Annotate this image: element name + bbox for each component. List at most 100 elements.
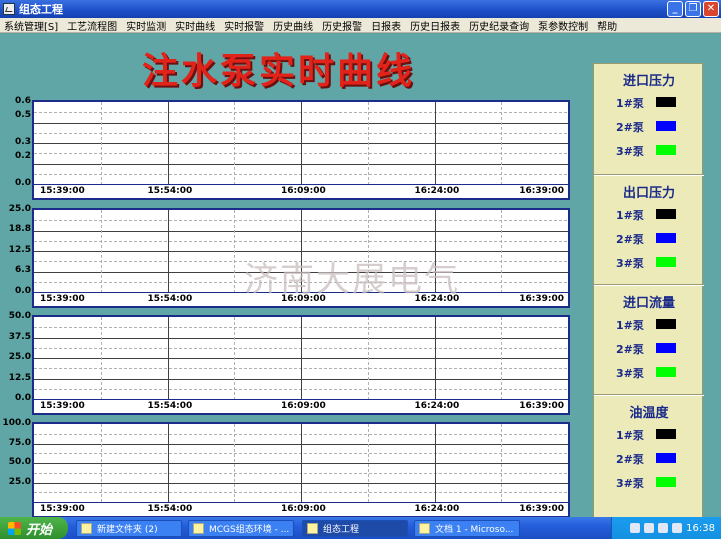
page-title: 注水泵实时曲线: [142, 50, 416, 92]
legend-item-label: 2#泵: [616, 453, 644, 466]
network-icon[interactable]: [630, 523, 641, 533]
legend-item-label: 1#泵: [616, 429, 644, 442]
legend-color-swatch: [656, 343, 676, 353]
input-method-icon[interactable]: [672, 523, 683, 533]
menu-item[interactable]: 实时监测: [126, 18, 166, 33]
title-bar: 组态工程 _ ❐ ✕: [0, 0, 721, 18]
x-tick-label: 16:39:00: [519, 504, 564, 514]
legend-color-swatch: [656, 477, 676, 487]
legend-item-label: 1#泵: [616, 209, 644, 222]
legend-group-title: 出口压力: [622, 186, 675, 201]
legend-group-title: 油温度: [629, 406, 669, 421]
legend-color-swatch: [656, 209, 676, 219]
taskbar-item-label: 组态工程: [323, 525, 360, 535]
menu-item[interactable]: 历史纪录查询: [469, 18, 529, 33]
legend-item-label: 2#泵: [616, 121, 644, 134]
taskbar-item-label: 文档 1 - Microso...: [435, 525, 514, 535]
x-tick-label: 16:24:00: [414, 401, 460, 411]
legend-panel: 进口压力 1#泵 2#泵 3#泵 出口压力 1#泵 2#泵 3#泵 进口流量 1#泵 2#泵 3#泵油…: [593, 63, 704, 519]
taskbar-item[interactable]: 文档 1 - Microso...: [414, 520, 520, 537]
menu-item[interactable]: 历史报警: [322, 18, 362, 33]
legend-color-swatch: [656, 97, 676, 107]
legend-color-swatch: [656, 257, 676, 267]
y-tick-label: 0.5: [15, 109, 31, 120]
legend-color-swatch: [656, 453, 676, 463]
x-tick-label: 16:39:00: [519, 401, 564, 411]
menu-item[interactable]: 历史日报表: [410, 18, 460, 33]
legend-item-label: 3#泵: [616, 145, 644, 158]
menu-item[interactable]: 历史曲线: [273, 18, 313, 33]
restore-button[interactable]: ❐: [685, 1, 701, 17]
window-title: 组态工程: [19, 3, 63, 16]
legend-group-title: 进口流量: [622, 296, 675, 311]
y-tick-label: 75.0: [8, 437, 31, 448]
legend-item-label: 1#泵: [616, 319, 644, 332]
legend-color-swatch: [656, 319, 676, 329]
chart-grid: [34, 102, 568, 185]
legend-divider: [594, 394, 704, 396]
menu-item[interactable]: 系统管理[S]: [4, 18, 58, 33]
x-tick-label: 15:54:00: [147, 504, 193, 514]
legend-item: 1#泵: [616, 207, 696, 222]
start-button[interactable]: 开始: [0, 517, 68, 539]
close-button[interactable]: ✕: [703, 1, 719, 17]
legend-item: 2#泵: [616, 231, 696, 246]
legend-item-label: 2#泵: [616, 343, 644, 356]
x-tick-label: 16:39:00: [519, 294, 564, 304]
taskbar-app-icon: [193, 523, 204, 534]
legend-color-swatch: [656, 429, 676, 439]
taskbar-item-label: MCGS组态环境 - ...: [209, 525, 290, 535]
taskbar-app-icon: [419, 523, 430, 534]
y-tick-label: 0.0: [15, 393, 31, 403]
legend-color-swatch: [656, 233, 676, 243]
legend-color-swatch: [656, 367, 676, 377]
legend-item-label: 3#泵: [616, 367, 644, 380]
menu-item[interactable]: 实时曲线: [175, 18, 215, 33]
system-tray: 16:38: [611, 517, 721, 539]
volume-icon[interactable]: [658, 523, 669, 533]
menu-bar: 系统管理[S] 工艺流程图 实时监测 实时曲线 实时报警 历史曲线 历史报警 日报表 历史日报表…: [0, 18, 721, 33]
chart-panel: 15:39:00 15:54:00 16:09:00 16:24:00 16:39:00: [32, 315, 570, 415]
y-tick-label: 50.0: [8, 457, 31, 467]
x-tick-label: 15:54:00: [147, 401, 193, 411]
y-tick-label: 6.3: [15, 265, 31, 276]
taskbar-item[interactable]: 新建文件夹 (2): [76, 520, 182, 537]
taskbar-item[interactable]: MCGS组态环境 - ...: [188, 520, 294, 537]
legend-item: 1#泵: [616, 95, 696, 110]
chart-grid: [34, 424, 568, 503]
menu-item[interactable]: 工艺流程图: [67, 18, 117, 33]
chart-grid: [34, 317, 568, 400]
y-tick-label: 0.0: [15, 286, 31, 296]
y-tick-label: 50.0: [8, 311, 31, 321]
app-window: 组态工程 _ ❐ ✕ 系统管理[S] 工艺流程图 实时监测 实时曲线 实时报警 历史曲线历…: [0, 0, 721, 539]
legend-color-swatch: [656, 145, 676, 155]
menu-item[interactable]: 日报表: [371, 18, 401, 33]
help-icon[interactable]: [644, 523, 655, 533]
windows-logo-icon: [8, 521, 21, 535]
menu-item[interactable]: 泵参数控制: [538, 18, 588, 33]
legend-item-label: 3#泵: [616, 257, 644, 270]
taskbar-app-icon: [81, 523, 92, 534]
legend-item: 3#泵: [616, 475, 696, 490]
x-tick-label: 16:39:00: [519, 186, 564, 196]
legend-color-swatch: [656, 121, 676, 131]
legend-group-title: 进口压力: [622, 74, 675, 89]
x-tick-label: 15:39:00: [40, 504, 85, 514]
x-tick-label: 15:39:00: [40, 401, 85, 411]
taskbar-item[interactable]: 组态工程: [302, 520, 408, 537]
legend-item: 3#泵: [616, 143, 696, 158]
legend-item-label: 1#泵: [616, 97, 644, 110]
y-tick-label: 25.0: [8, 352, 31, 362]
chart-panel: 15:39:00 15:54:00 16:09:00 16:24:00 16:39:00: [32, 100, 570, 200]
legend-item: 2#泵: [616, 119, 696, 134]
minimize-button[interactable]: _: [667, 1, 683, 17]
menu-item[interactable]: 实时报警: [224, 18, 264, 33]
menu-item[interactable]: 帮助: [597, 18, 617, 33]
legend-divider: [594, 174, 704, 176]
y-tick-label: 100.0: [2, 418, 31, 428]
watermark-text: 济南大展电气: [244, 260, 460, 300]
legend-item: 3#泵: [616, 255, 696, 270]
legend-item: 2#泵: [616, 341, 696, 356]
y-tick-label: 12.5: [8, 372, 31, 383]
window-controls: _ ❐ ✕: [667, 1, 719, 17]
